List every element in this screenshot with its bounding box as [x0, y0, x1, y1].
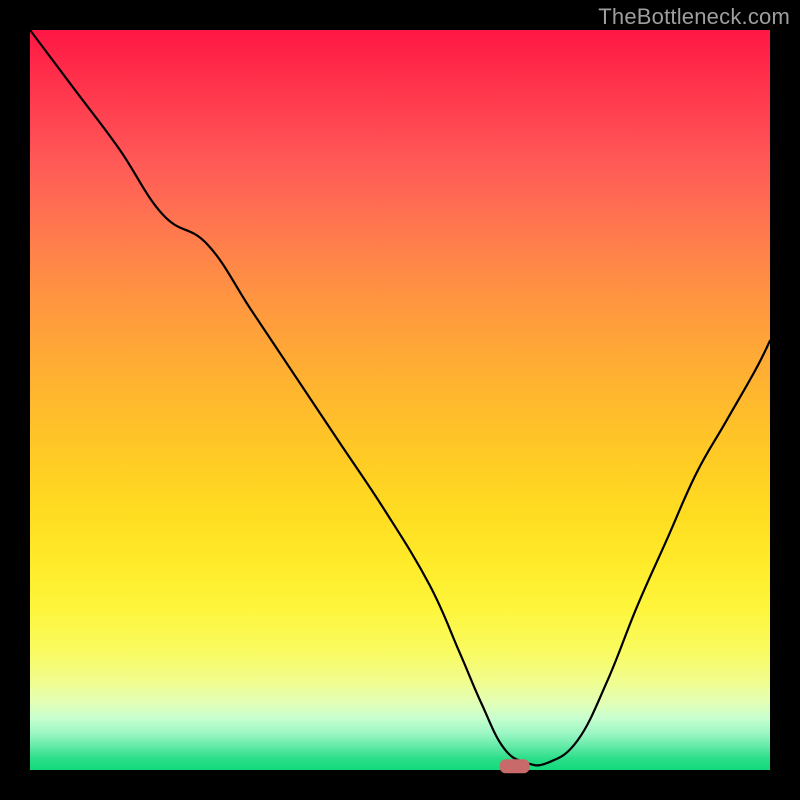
plot-svg [30, 30, 770, 770]
bottleneck-curve-line [30, 30, 770, 765]
chart-frame: TheBottleneck.com [0, 0, 800, 800]
optimal-marker [500, 759, 530, 773]
watermark-text: TheBottleneck.com [598, 4, 790, 30]
plot-area [30, 30, 770, 770]
